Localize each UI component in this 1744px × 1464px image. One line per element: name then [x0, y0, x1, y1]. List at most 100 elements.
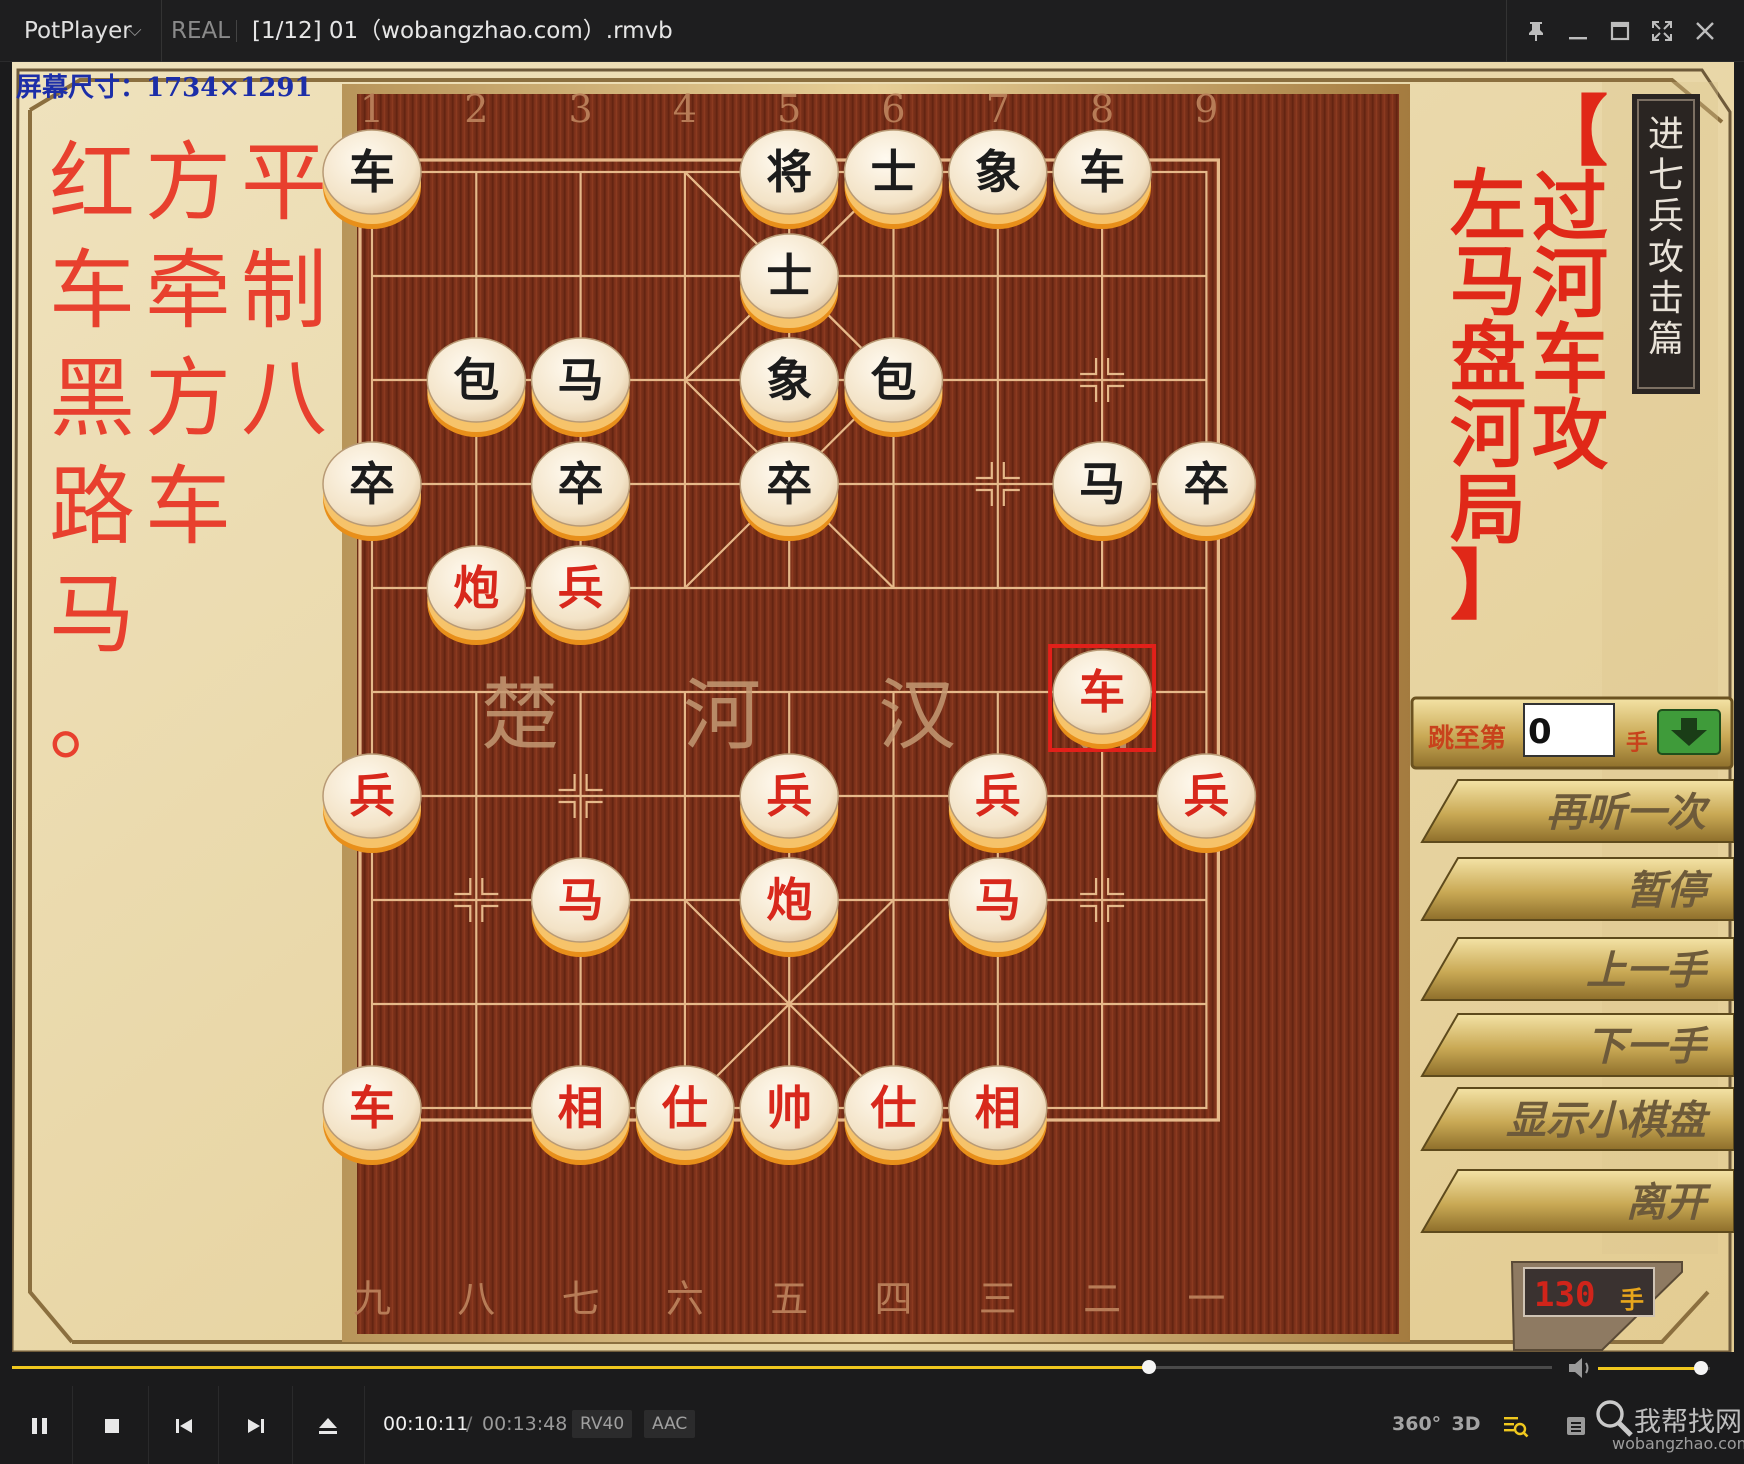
file-number-cn: 九	[353, 1277, 391, 1321]
seek-bar-fill	[12, 1366, 1149, 1369]
chess-piece[interactable]: 马	[948, 857, 1048, 957]
next-button[interactable]	[234, 1404, 278, 1448]
piece-label: 兵	[349, 769, 395, 823]
move-count: 130	[1534, 1275, 1595, 1315]
time-separator: /	[466, 1413, 473, 1435]
lesson-menu-label: 下一手	[1586, 1023, 1709, 1070]
piece-label: 仕	[871, 1081, 917, 1135]
chess-piece[interactable]: 包	[426, 337, 527, 437]
chess-piece[interactable]: 马	[1052, 441, 1152, 541]
piece-label: 象	[975, 145, 1021, 199]
piece-label: 车	[1079, 665, 1125, 719]
lesson-menu-button[interactable]: 暂停	[1420, 857, 1734, 921]
video-codec-badge[interactable]: RV40	[572, 1410, 633, 1438]
playlist-search-button[interactable]	[1492, 1404, 1536, 1448]
piece-label: 士	[766, 249, 812, 303]
total-time[interactable]: 00:13:48	[482, 1413, 567, 1435]
volume-icon[interactable]	[1567, 1356, 1593, 1380]
volume-handle[interactable]	[1694, 1361, 1709, 1375]
chess-piece[interactable]: 兵	[739, 753, 839, 853]
seek-handle[interactable]	[1141, 1360, 1156, 1374]
chess-piece[interactable]: 仕	[843, 1065, 944, 1165]
lesson-menu-button[interactable]: 离开	[1420, 1169, 1734, 1233]
lesson-menu-button[interactable]: 再听一次	[1420, 779, 1734, 843]
chess-piece[interactable]: 马	[530, 857, 631, 957]
pause-button[interactable]	[18, 1404, 62, 1448]
minimize-icon[interactable]	[1558, 0, 1598, 62]
lesson-menu-label: 上一手	[1586, 947, 1709, 994]
chess-piece[interactable]: 将	[739, 129, 839, 229]
caption-char: 红	[49, 133, 135, 233]
file-number-cn: 八	[457, 1277, 495, 1321]
fullscreen-icon[interactable]	[1642, 0, 1682, 62]
watermark-url: wobangzhao.com	[1612, 1434, 1744, 1453]
caption-char: 。	[49, 673, 135, 773]
file-number-cn: 六	[666, 1277, 704, 1321]
chess-piece[interactable]: 马	[530, 337, 631, 437]
lesson-menu-button[interactable]: 下一手	[1420, 1013, 1734, 1077]
divider	[236, 20, 237, 42]
chess-piece[interactable]: 帅	[739, 1065, 839, 1165]
piece-label: 马	[558, 873, 604, 927]
section-char: 兵	[1648, 196, 1684, 237]
file-number-cn: 四	[874, 1277, 912, 1321]
piece-label: 仕	[662, 1081, 708, 1135]
file-number: 8	[1090, 87, 1114, 131]
chess-piece[interactable]: 兵	[948, 753, 1048, 853]
section-tag: 进七兵攻击篇	[1632, 94, 1700, 394]
caption-char: 马	[49, 565, 135, 665]
chess-piece[interactable]: 兵	[530, 545, 631, 645]
watermark: 我帮找网 wobangzhao.com	[1592, 1400, 1744, 1458]
open-file-button[interactable]	[306, 1404, 350, 1448]
file-number-cn: 五	[770, 1277, 808, 1321]
close-icon[interactable]	[1685, 0, 1725, 62]
pause-icon	[32, 1418, 47, 1434]
maximize-icon[interactable]	[1600, 0, 1640, 62]
app-menu-button[interactable]: PotPlayer	[24, 0, 132, 62]
chess-piece[interactable]: 炮	[426, 545, 527, 645]
pin-icon[interactable]	[1516, 0, 1556, 62]
chess-piece[interactable]: 象	[948, 129, 1048, 229]
skip-forward-icon	[248, 1419, 264, 1433]
move-unit: 手	[1620, 1285, 1644, 1314]
audio-codec-badge[interactable]: AAC	[644, 1410, 696, 1438]
piece-label: 马	[558, 353, 604, 407]
chess-piece[interactable]: 仕	[635, 1065, 735, 1165]
chevron-down-icon[interactable]: ⌵	[128, 0, 142, 62]
chess-piece[interactable]: 卒	[322, 441, 422, 541]
chess-piece[interactable]: 卒	[1156, 441, 1257, 541]
3d-button[interactable]: 3D	[1448, 1406, 1484, 1442]
chess-piece[interactable]: 车	[1052, 129, 1152, 229]
chess-piece[interactable]: 相	[530, 1065, 631, 1165]
format-label: REAL	[171, 18, 231, 44]
chess-piece[interactable]: 士	[739, 233, 839, 333]
piece-label: 兵	[1183, 769, 1229, 823]
stop-button[interactable]	[90, 1404, 134, 1448]
river-char: 汉	[878, 671, 956, 761]
previous-button[interactable]	[162, 1404, 206, 1448]
file-number: 7	[986, 87, 1010, 131]
chess-piece[interactable]: 卒	[530, 441, 631, 541]
chess-piece[interactable]: 卒	[739, 441, 839, 541]
chess-piece[interactable]: 兵	[322, 753, 422, 853]
piece-label: 马	[1079, 457, 1125, 511]
chess-piece[interactable]: 包	[843, 337, 944, 437]
caption-char: 方	[145, 349, 231, 449]
chess-piece[interactable]: 炮	[739, 857, 839, 957]
vr360-button[interactable]: 360°	[1392, 1406, 1441, 1442]
caption-char: 方	[145, 133, 231, 233]
video-frame[interactable]: 123456789九八七六五四三二一 楚河汉界 车将士象车士包马象包卒卒卒马卒炮…	[12, 62, 1734, 1352]
current-time[interactable]: 00:10:11	[383, 1413, 468, 1435]
lesson-menu-button[interactable]: 显示小棋盘	[1420, 1087, 1734, 1151]
caption-char: 车	[49, 241, 135, 341]
lesson-menu-button[interactable]: 上一手	[1420, 937, 1734, 1001]
chess-piece[interactable]: 车	[322, 129, 422, 229]
section-char: 篇	[1648, 319, 1684, 360]
chess-piece[interactable]: 象	[739, 337, 839, 437]
chess-piece[interactable]: 车	[322, 1065, 422, 1165]
jump-unit: 手	[1626, 730, 1648, 756]
chess-piece[interactable]: 相	[948, 1065, 1048, 1165]
chess-piece[interactable]: 兵	[1156, 753, 1257, 853]
lesson-menu-label: 显示小棋盘	[1506, 1097, 1711, 1144]
chess-piece[interactable]: 士	[843, 129, 944, 229]
